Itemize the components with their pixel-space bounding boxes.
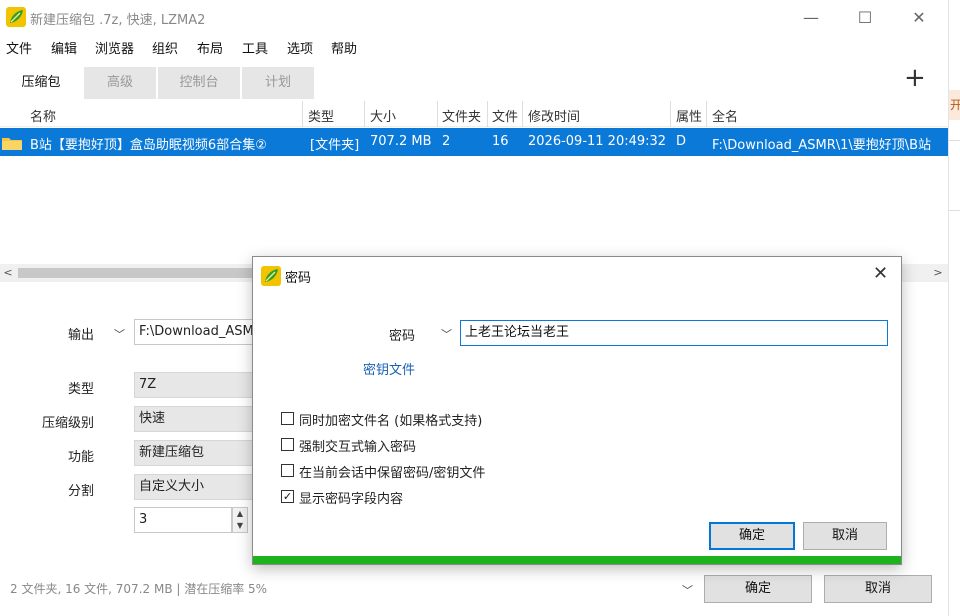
main-ok-button[interactable]: 确定 <box>704 575 812 603</box>
keyfile-link[interactable]: 密钥文件 <box>363 359 415 378</box>
password-label: 密码 <box>389 329 416 344</box>
row-attr: D <box>676 134 687 149</box>
menu-bar: 文件 编辑 浏览器 组织 布局 工具 选项 帮助 <box>0 36 948 58</box>
status-dropdown-icon[interactable]: ﹀ <box>682 582 693 598</box>
maximize-button[interactable]: ☐ <box>842 0 888 34</box>
list-header: 名称 类型 大小 文件夹 文件 修改时间 属性 全名 <box>0 101 948 127</box>
row-files: 16 <box>492 134 509 149</box>
column-header-type[interactable]: 类型 <box>308 106 334 125</box>
split-size-spinner[interactable]: ▲ ▼ <box>232 507 248 533</box>
level-select[interactable]: 快速 <box>134 406 254 432</box>
force-interactive-label: 强制交互式输入密码 <box>299 440 417 455</box>
dialog-cancel-button[interactable]: 取消 <box>803 522 887 550</box>
menu-edit[interactable]: 编辑 <box>51 38 77 57</box>
bandizip-logo-icon <box>6 7 26 27</box>
split-label: 分割 <box>67 484 94 499</box>
dialog-ok-button[interactable]: 确定 <box>709 522 795 550</box>
show-password-label: 显示密码字段内容 <box>299 492 404 507</box>
row-folders: 2 <box>442 134 451 149</box>
scroll-thumb[interactable] <box>18 268 258 278</box>
column-header-files[interactable]: 文件 <box>492 106 518 125</box>
split-size-input[interactable]: 3 <box>134 507 232 533</box>
keep-password-checkbox[interactable] <box>281 464 294 477</box>
column-header-name[interactable]: 名称 <box>30 106 56 125</box>
row-size: 707.2 MB <box>370 134 432 149</box>
force-interactive-checkbox[interactable] <box>281 438 294 451</box>
tab-advanced[interactable]: 高级 <box>84 67 156 99</box>
password-history-dropdown-icon[interactable]: ﹀ <box>441 326 452 342</box>
tab-console[interactable]: 控制台 <box>158 67 240 99</box>
type-label: 类型 <box>67 382 94 397</box>
bandizip-logo-icon <box>261 266 281 286</box>
column-header-size[interactable]: 大小 <box>370 106 396 125</box>
status-text: 2 文件夹, 16 文件, 707.2 MB | 潜在压缩率 5% <box>10 582 268 596</box>
menu-help[interactable]: 帮助 <box>331 38 357 57</box>
dialog-close-icon[interactable]: ✕ <box>873 263 888 284</box>
title-bar: 新建压缩包 .7z, 快速, LZMA2 — ☐ ✕ <box>0 0 948 34</box>
folder-icon <box>2 138 22 150</box>
minimize-button[interactable]: — <box>788 0 834 34</box>
window-title: 新建压缩包 .7z, 快速, LZMA2 <box>30 13 206 28</box>
column-header-attr[interactable]: 属性 <box>676 106 702 125</box>
menu-tools[interactable]: 工具 <box>242 38 268 57</box>
background-window-edge: 开 <box>948 0 960 616</box>
encrypt-filenames-checkbox[interactable] <box>281 412 294 425</box>
menu-organize[interactable]: 组织 <box>152 38 178 57</box>
password-input[interactable]: 上老王论坛当老王 <box>460 320 888 346</box>
keep-password-label: 在当前会话中保留密码/密钥文件 <box>299 466 486 481</box>
menu-browser[interactable]: 浏览器 <box>95 38 134 57</box>
encrypt-filenames-label: 同时加密文件名 (如果格式支持) <box>299 414 483 429</box>
function-select[interactable]: 新建压缩包 <box>134 440 254 466</box>
password-dialog: 密码 ✕ 密码 ﹀ 上老王论坛当老王 密钥文件 同时加密文件名 (如果格式支持)… <box>252 256 902 565</box>
table-row[interactable]: B站【要抱好顶】盒岛助眠视频6部合集② [文件夹] 707.2 MB 2 16 … <box>0 128 948 156</box>
menu-file[interactable]: 文件 <box>6 38 32 57</box>
tab-schedule[interactable]: 计划 <box>242 67 314 99</box>
row-fullname: F:\Download_ASMR\1\要抱好顶\B站 <box>712 138 932 153</box>
scroll-left-icon[interactable]: < <box>0 264 16 282</box>
function-label: 功能 <box>67 450 94 465</box>
add-tab-icon[interactable]: + <box>904 62 926 94</box>
output-path-input[interactable]: F:\Download_ASM <box>134 319 254 345</box>
column-header-modified[interactable]: 修改时间 <box>528 106 580 125</box>
row-type: [文件夹] <box>310 138 360 153</box>
output-label: 输出 <box>67 328 94 343</box>
dialog-progress-bar <box>253 556 901 564</box>
type-select[interactable]: 7Z <box>134 372 254 398</box>
scroll-right-icon[interactable]: > <box>930 264 946 282</box>
show-password-checkbox[interactable]: ✓ <box>281 490 294 503</box>
column-header-folders[interactable]: 文件夹 <box>442 106 481 125</box>
main-cancel-button[interactable]: 取消 <box>824 575 932 603</box>
row-modified: 2026-09-11 20:49:32 <box>528 134 667 149</box>
background-window-text: 开 <box>950 98 960 112</box>
close-button[interactable]: ✕ <box>896 0 942 34</box>
dialog-title: 密码 <box>285 271 312 286</box>
menu-options[interactable]: 选项 <box>287 38 313 57</box>
output-dropdown-icon[interactable]: ﹀ <box>114 326 125 342</box>
split-select[interactable]: 自定义大小 <box>134 474 254 500</box>
tab-archive[interactable]: 压缩包 <box>0 67 82 99</box>
level-label: 压缩级别 <box>41 416 94 431</box>
column-header-fullname[interactable]: 全名 <box>712 106 738 125</box>
tab-bar: 压缩包 高级 控制台 计划 <box>0 67 948 99</box>
menu-layout[interactable]: 布局 <box>197 38 223 57</box>
row-name: B站【要抱好顶】盒岛助眠视频6部合集② <box>30 138 267 153</box>
